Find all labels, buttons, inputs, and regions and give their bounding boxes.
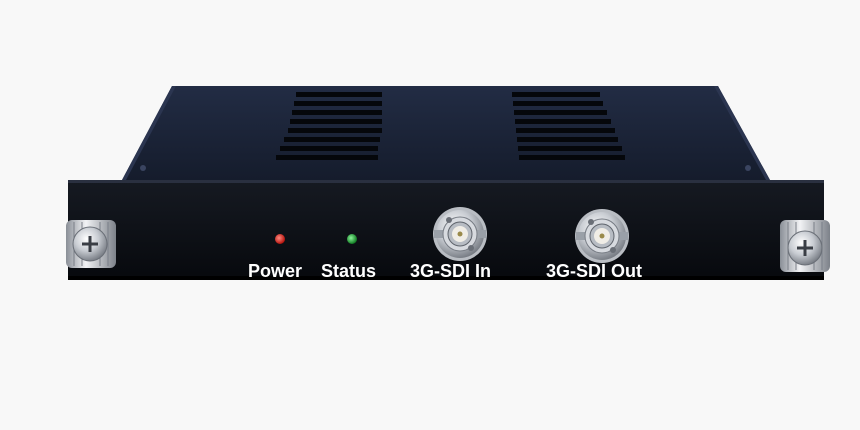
screw-icon xyxy=(745,165,751,171)
chassis-top xyxy=(122,86,770,180)
capture-card-module: Power Status 3G-SDI In 3G-SDI Out xyxy=(66,86,830,281)
sdi-in-label: 3G-SDI In xyxy=(410,261,491,281)
bnc-connector-icon[interactable] xyxy=(575,209,629,263)
bnc-connector-icon[interactable] xyxy=(433,207,487,261)
power-label: Power xyxy=(248,261,302,281)
status-label: Status xyxy=(321,261,376,281)
power-led-icon xyxy=(275,234,285,244)
product-photo: Power Status 3G-SDI In 3G-SDI Out xyxy=(0,0,860,425)
status-led-icon xyxy=(347,234,357,244)
sdi-out-label: 3G-SDI Out xyxy=(546,261,642,281)
thumbscrew-icon[interactable] xyxy=(780,220,830,272)
thumbscrew-icon[interactable] xyxy=(66,220,116,268)
screw-icon xyxy=(140,165,146,171)
